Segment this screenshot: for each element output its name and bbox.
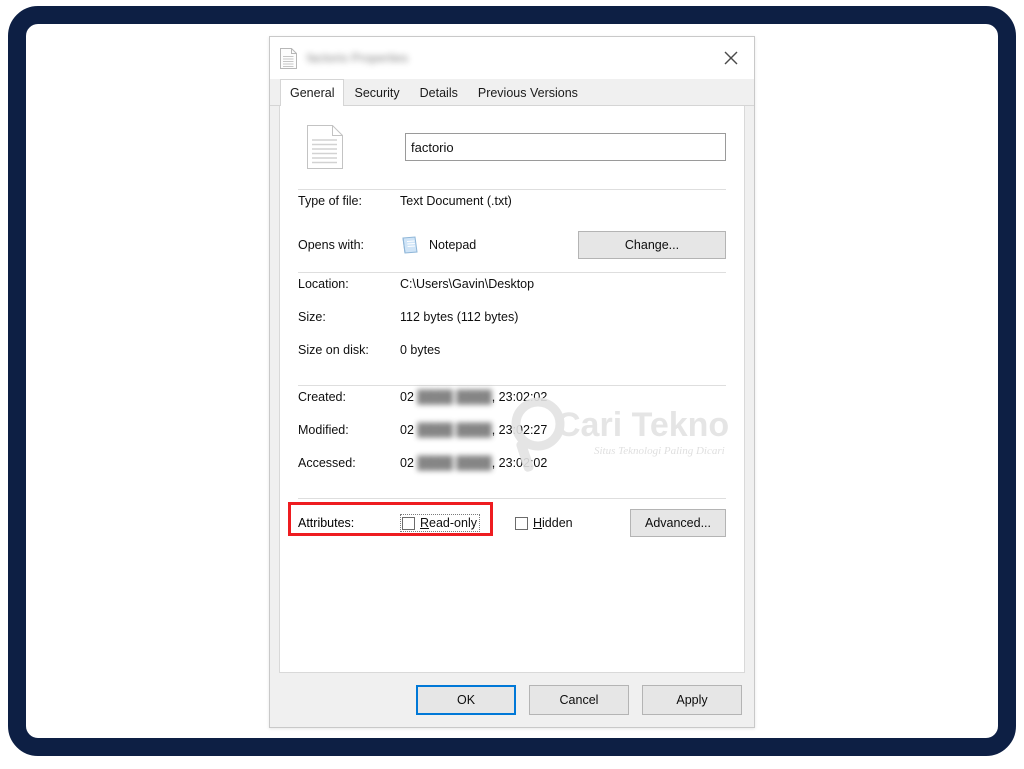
location-value: C:\Users\Gavin\Desktop [400,277,535,291]
size-row: Size: 112 bytes (112 bytes) [298,310,726,343]
type-of-file-label: Type of file: [298,194,362,208]
modified-row: Modified: 02 ████ ████, 23:02:27 [298,423,726,456]
cancel-button[interactable]: Cancel [529,685,629,715]
tab-details-label: Details [419,85,458,100]
notepad-icon [400,235,420,255]
read-only-checkbox[interactable]: Read-only [400,514,480,532]
size-on-disk-label: Size on disk: [298,343,369,357]
size-on-disk-value: 0 bytes [400,343,441,357]
type-of-file-value: Text Document (.txt) [400,194,512,208]
separator [298,385,726,386]
file-name-input[interactable] [405,133,726,161]
created-label: Created: [298,390,346,404]
general-tab-panel: Type of file: Text Document (.txt) Opens… [279,106,745,673]
attributes-row: Attributes: Read-only Hidden Advanced... [288,502,726,540]
size-value: 112 bytes (112 bytes) [400,310,519,324]
opens-with-app-name: Notepad [429,238,477,252]
modified-label: Modified: [298,423,349,437]
tab-previous-versions-label: Previous Versions [477,85,578,100]
separator [298,498,726,499]
accessed-label: Accessed: [298,456,356,470]
tab-general-label: General [290,86,335,100]
file-type-group: Type of file: Text Document (.txt) Opens… [298,194,726,263]
opens-with-label: Opens with: [298,238,365,252]
attributes-label: Attributes: [298,516,355,530]
tab-general[interactable]: General [280,79,345,106]
modified-value: 02 ████ ████, 23:02:27 [400,423,548,437]
tab-previous-versions[interactable]: Previous Versions [467,79,588,105]
opens-with-row: Opens with: Notepad Change... [298,227,726,263]
close-icon[interactable] [708,37,754,79]
apply-button[interactable]: Apply [642,685,742,715]
location-row: Location: C:\Users\Gavin\Desktop [298,277,726,310]
type-of-file-row: Type of file: Text Document (.txt) [298,194,726,227]
text-document-icon [280,47,297,69]
ok-button[interactable]: OK [416,685,516,715]
separator [298,189,726,190]
location-label: Location: [298,277,349,291]
separator [298,272,726,273]
change-button[interactable]: Change... [578,231,726,259]
file-properties-dialog: factorio Properties General Security Det… [269,36,755,728]
hidden-checkbox[interactable]: Hidden [514,516,573,530]
advanced-button[interactable]: Advanced... [630,509,726,537]
timestamps-group: Created: 02 ████ ████, 23:02:02 Modified… [298,390,726,489]
tab-details[interactable]: Details [409,79,468,105]
tab-security-label: Security [354,85,400,100]
hidden-label: Hidden [532,516,573,530]
redacted-date: ████ ████ [417,390,492,404]
size-on-disk-row: Size on disk: 0 bytes [298,343,726,376]
redacted-date: ████ ████ [417,423,492,437]
file-name-row [298,106,726,180]
size-label: Size: [298,310,326,324]
accessed-value: 02 ████ ████, 23:02:02 [400,456,548,470]
dialog-title: factorio Properties [307,51,409,65]
hidden-checkbox-box[interactable] [514,516,528,530]
accessed-row: Accessed: 02 ████ ████, 23:02:02 [298,456,726,489]
page-canvas: factorio Properties General Security Det… [0,0,1024,769]
dialog-titlebar: factorio Properties [270,37,754,79]
tab-bar: General Security Details Previous Versio… [270,79,754,106]
dialog-footer: OK Cancel Apply [270,673,754,727]
read-only-label: Read-only [420,516,477,530]
location-size-group: Location: C:\Users\Gavin\Desktop Size: 1… [298,277,726,376]
tab-security[interactable]: Security [344,79,410,105]
created-value: 02 ████ ████, 23:02:02 [400,390,548,404]
text-document-icon [307,125,343,169]
redacted-date: ████ ████ [417,456,492,470]
created-row: Created: 02 ████ ████, 23:02:02 [298,390,726,423]
read-only-checkbox-box[interactable] [402,516,415,530]
